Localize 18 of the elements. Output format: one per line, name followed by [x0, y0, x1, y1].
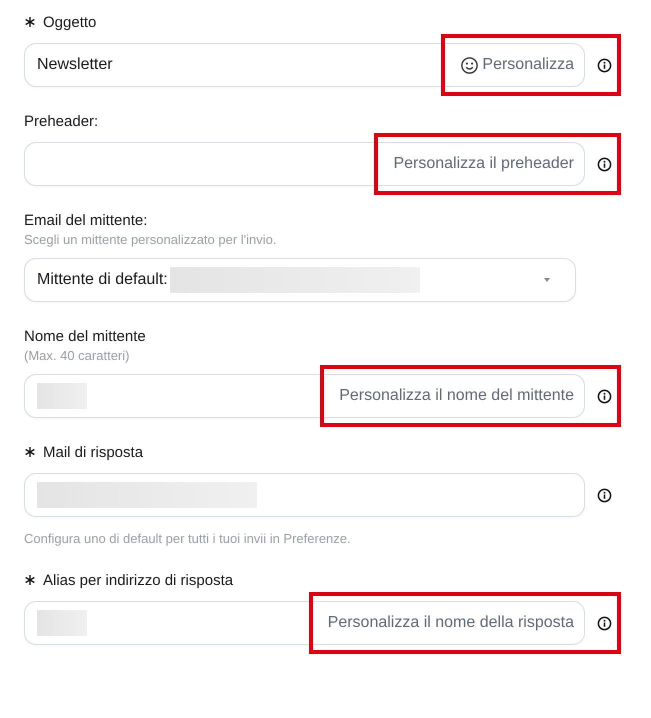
info-icon[interactable]: [597, 58, 612, 72]
field-label: Alias per indirizzo di risposta: [43, 572, 234, 588]
info-icon[interactable]: [597, 616, 612, 630]
field-note: Configura uno di default per tutti i tuoi invii in Preferenze.: [24, 531, 352, 546]
input-field[interactable]: [24, 473, 585, 517]
caret-icon: [543, 277, 551, 283]
field-hint: Scegli un mittente personalizzato per l'invio.: [24, 232, 278, 247]
info-icon[interactable]: [597, 156, 612, 172]
field-label: Email del mittente:: [24, 212, 148, 228]
field-hint: (Max. 40 caratteri): [24, 348, 130, 363]
info-icon[interactable]: [597, 388, 612, 404]
field-label: Nome del mittente: [24, 328, 146, 344]
field-label: Oggetto: [43, 14, 96, 30]
select-field[interactable]: Mittente di default:: [24, 258, 576, 302]
field-label: Mail di risposta: [43, 444, 144, 460]
field-label: Preheader:: [24, 112, 98, 130]
select-value: Mittente di default:: [37, 271, 168, 289]
info-icon[interactable]: [597, 488, 612, 502]
